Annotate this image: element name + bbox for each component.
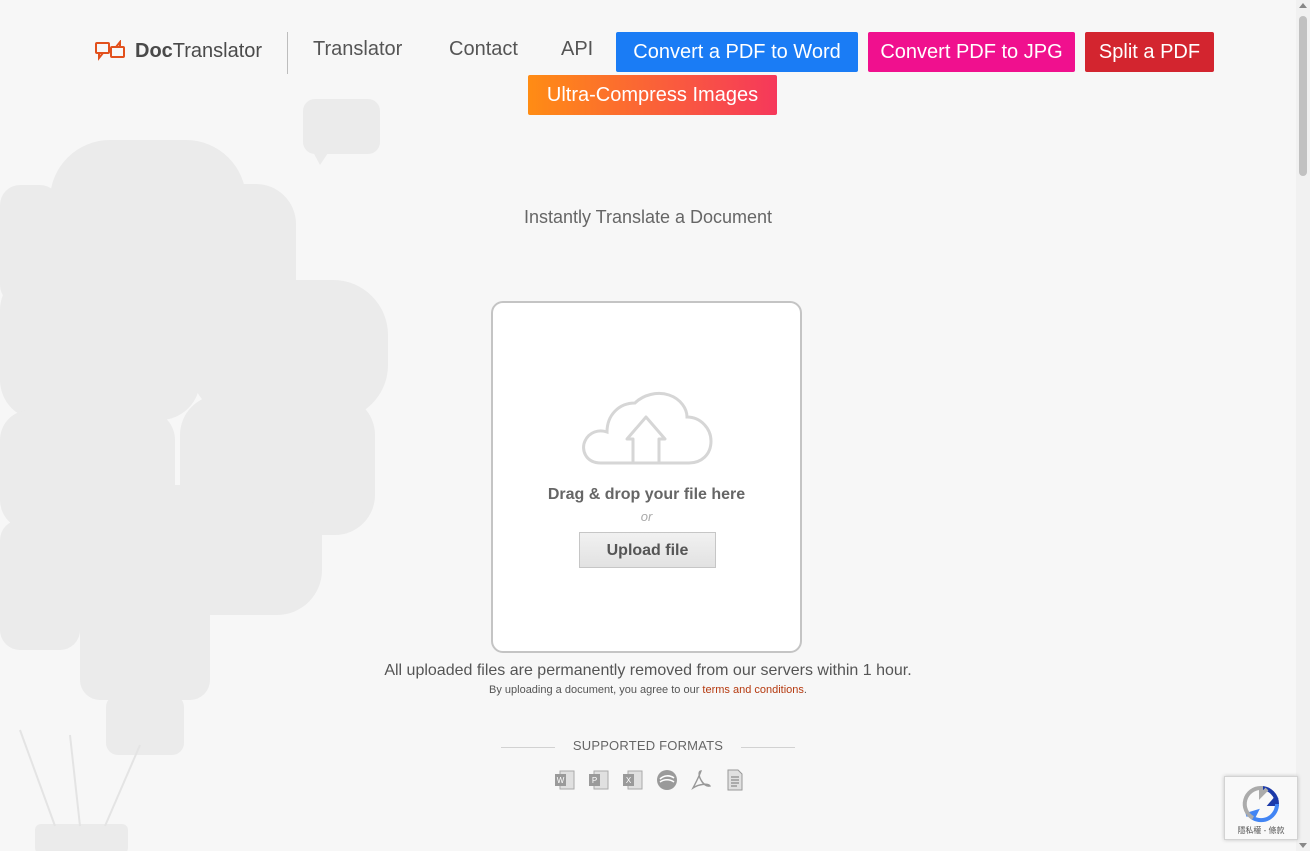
terms-and-conditions-link[interactable]: terms and conditions bbox=[702, 684, 804, 696]
text-icon bbox=[727, 769, 743, 791]
scroll-down-arrow-icon[interactable] bbox=[1299, 843, 1307, 848]
scroll-thumb[interactable] bbox=[1299, 16, 1307, 176]
excel-icon: X bbox=[623, 770, 643, 790]
supported-format-icons: W P X bbox=[554, 769, 744, 791]
drag-drop-text: Drag & drop your file here bbox=[547, 486, 746, 503]
recaptcha-logo-icon bbox=[1242, 785, 1280, 823]
or-separator-text: or bbox=[640, 509, 653, 524]
convert-pdf-to-word-button[interactable]: Convert a PDF to Word bbox=[616, 32, 858, 72]
upload-file-button[interactable]: Upload file bbox=[579, 532, 716, 568]
recaptcha-badge[interactable]: 隱私權 - 條款 bbox=[1224, 776, 1298, 840]
page-scrollbar[interactable] bbox=[1296, 0, 1310, 851]
pdf-icon bbox=[691, 770, 712, 791]
upload-dropzone[interactable]: Drag & drop your file here or Upload fil… bbox=[491, 301, 802, 653]
scroll-up-arrow-icon[interactable] bbox=[1299, 3, 1307, 8]
svg-text:W: W bbox=[557, 776, 565, 785]
split-pdf-button[interactable]: Split a PDF bbox=[1085, 32, 1214, 72]
supported-formats-label: SUPPORTED FORMATS bbox=[572, 738, 724, 753]
top-navigation: DocTranslator Translator Contact API Con… bbox=[0, 0, 1296, 130]
page-subtitle: Instantly Translate a Document bbox=[523, 207, 773, 227]
supported-formats-heading: SUPPORTED FORMATS bbox=[501, 738, 795, 756]
word-icon: W bbox=[555, 770, 575, 790]
nav-link-contact[interactable]: Contact bbox=[449, 38, 518, 61]
doctranslator-logo-icon bbox=[95, 40, 125, 61]
ultra-compress-images-button[interactable]: Ultra-Compress Images bbox=[528, 75, 777, 115]
convert-pdf-to-jpg-button[interactable]: Convert PDF to JPG bbox=[868, 32, 1075, 72]
formats-divider-right bbox=[741, 747, 795, 748]
nav-link-api[interactable]: API bbox=[561, 38, 593, 61]
recaptcha-privacy-terms: 隱私權 - 條款 bbox=[1237, 826, 1285, 835]
cloud-upload-icon bbox=[582, 391, 713, 465]
nav-divider bbox=[287, 32, 288, 74]
logo[interactable]: DocTranslator bbox=[95, 36, 262, 66]
terms-agreement-text: By uploading a document, you agree to ou… bbox=[489, 684, 807, 696]
openoffice-icon bbox=[657, 770, 677, 790]
file-removal-notice: All uploaded files are permanently remov… bbox=[384, 662, 912, 679]
nav-link-translator[interactable]: Translator bbox=[313, 38, 402, 61]
powerpoint-icon: P bbox=[589, 770, 609, 790]
svg-text:X: X bbox=[626, 776, 632, 785]
logo-text: DocTranslator bbox=[135, 39, 263, 62]
svg-text:P: P bbox=[592, 776, 597, 785]
